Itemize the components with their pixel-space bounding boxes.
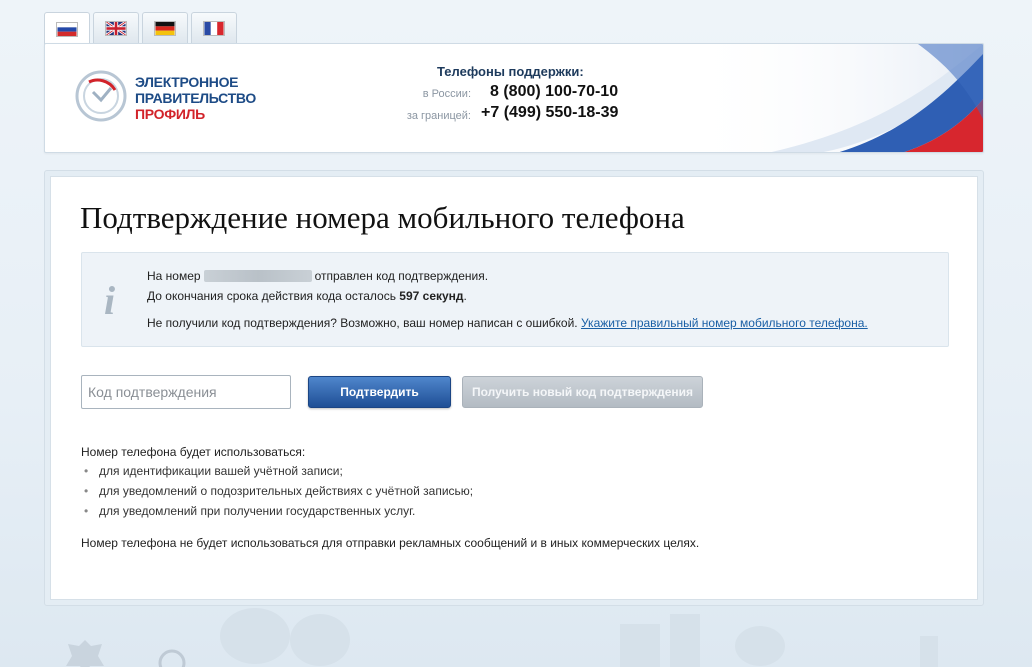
phone-abroad: +7 (499) 550-18-39 <box>481 104 619 121</box>
page-title: Подтверждение номера мобильного телефона <box>80 200 685 235</box>
info-line-1-prefix: На номер <box>147 269 201 283</box>
info-line-2-suffix: . <box>463 289 467 303</box>
phone-abroad-label: за границей: <box>406 110 471 122</box>
site-header: ЭЛЕКТРОННОЕ ПРАВИТЕЛЬСТВО ПРОФИЛЬ Телефо… <box>44 43 984 153</box>
masked-phone-number <box>203 270 312 282</box>
brand-name: ЭЛЕКТРОННОЕ ПРАВИТЕЛЬСТВО ПРОФИЛЬ <box>135 74 256 122</box>
info-line-1: На номер отправлен код подтверждения. <box>147 269 488 283</box>
usage-note: Номер телефона не будет использоваться д… <box>81 536 700 550</box>
brand-line-1: ЭЛЕКТРОННОЕ <box>135 74 239 90</box>
lang-tab-en[interactable] <box>93 12 139 43</box>
usage-title: Номер телефона будет использоваться: <box>81 445 306 459</box>
usage-item: для уведомлений о подозрительных действи… <box>81 484 473 504</box>
resend-code-button[interactable]: Получить новый код подтверждения <box>462 376 703 408</box>
info-line-3-text: Не получили код подтверждения? Возможно,… <box>147 316 578 330</box>
info-line-2: До окончания срока действия кода осталос… <box>147 289 467 303</box>
info-line-3: Не получили код подтверждения? Возможно,… <box>147 316 868 330</box>
phone-russia-label: в России: <box>422 88 471 100</box>
lang-tab-fr[interactable] <box>191 12 237 43</box>
usage-list: для идентификации вашей учётной записи; … <box>81 464 473 524</box>
city-skyline-decoration <box>220 608 938 667</box>
france-flag-icon <box>203 20 225 36</box>
brand-line-2: ПРАВИТЕЛЬСТВО <box>135 90 256 106</box>
usage-item: для уведомлений при получении государств… <box>81 504 473 524</box>
uk-flag-icon <box>105 20 127 36</box>
language-tabs <box>44 12 237 45</box>
info-line-1-suffix: отправлен код подтверждения. <box>314 269 489 283</box>
phone-russia-label-wrap: в России: <box>395 84 471 104</box>
lang-tab-de[interactable] <box>142 12 188 43</box>
brand-line-3: ПРОФИЛЬ <box>135 106 205 122</box>
countdown-seconds: 597 секунд <box>399 289 464 303</box>
russia-flag-icon <box>56 21 78 37</box>
info-line-2-prefix: До окончания срока действия кода осталос… <box>147 289 396 303</box>
info-icon: i <box>104 278 116 323</box>
footer-emblem-icon <box>158 649 186 667</box>
phone-abroad-label-wrap: за границей: <box>375 106 471 126</box>
germany-flag-icon <box>154 20 176 36</box>
lang-tab-ru[interactable] <box>44 12 90 45</box>
confirmation-code-input[interactable] <box>81 375 291 409</box>
phone-russia: 8 (800) 100-70-10 <box>490 83 619 100</box>
coat-of-arms-icon <box>66 640 104 667</box>
flag-wave-decoration <box>683 44 983 152</box>
confirm-button[interactable]: Подтвердить <box>308 376 451 408</box>
footer-decoration <box>0 606 1032 667</box>
egov-logo-icon <box>75 70 127 122</box>
support-title: Телефоны поддержки: <box>437 64 584 79</box>
usage-item: для идентификации вашей учётной записи; <box>81 464 473 484</box>
change-phone-link[interactable]: Укажите правильный номер мобильного теле… <box>581 316 868 330</box>
